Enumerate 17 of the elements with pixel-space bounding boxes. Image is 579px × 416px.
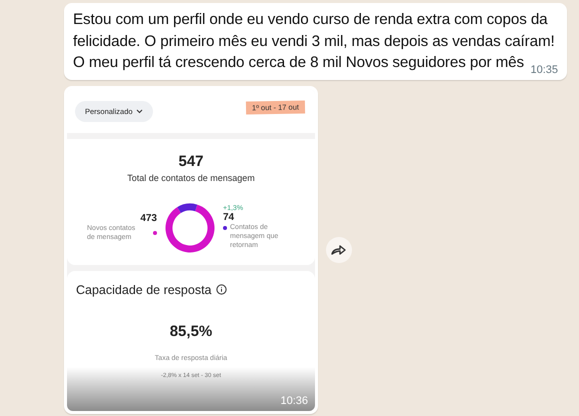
legend-dot xyxy=(223,226,227,230)
message-text: Estou com um perfil onde eu vendo curso de renda extra com copos da xyxy=(73,10,549,30)
new-contacts-value: 473 xyxy=(140,213,157,224)
forward-icon xyxy=(331,244,347,256)
message-text: felicidade. O primeiro mês eu vendi 3 mil, mas depois as vendas caíram! xyxy=(73,32,556,52)
legend-dot xyxy=(153,231,157,235)
message-text: O meu perfil tá crescendo cerca de 8 mil Novos seguidores por mês xyxy=(73,53,524,73)
info-icon[interactable] xyxy=(216,284,227,295)
section-title: Capacidade de resposta xyxy=(76,282,212,296)
total-value: 547 xyxy=(178,152,204,170)
message-time: 10:35 xyxy=(530,64,558,76)
chevron-down-icon xyxy=(136,109,143,114)
response-rate-value: 85,5% xyxy=(170,322,212,340)
total-label: Total de contatos de mensagem xyxy=(127,172,255,182)
forward-button[interactable] xyxy=(326,236,352,262)
returning-contacts-value: 74 xyxy=(223,212,234,223)
message-time: 10:36 xyxy=(280,394,308,406)
